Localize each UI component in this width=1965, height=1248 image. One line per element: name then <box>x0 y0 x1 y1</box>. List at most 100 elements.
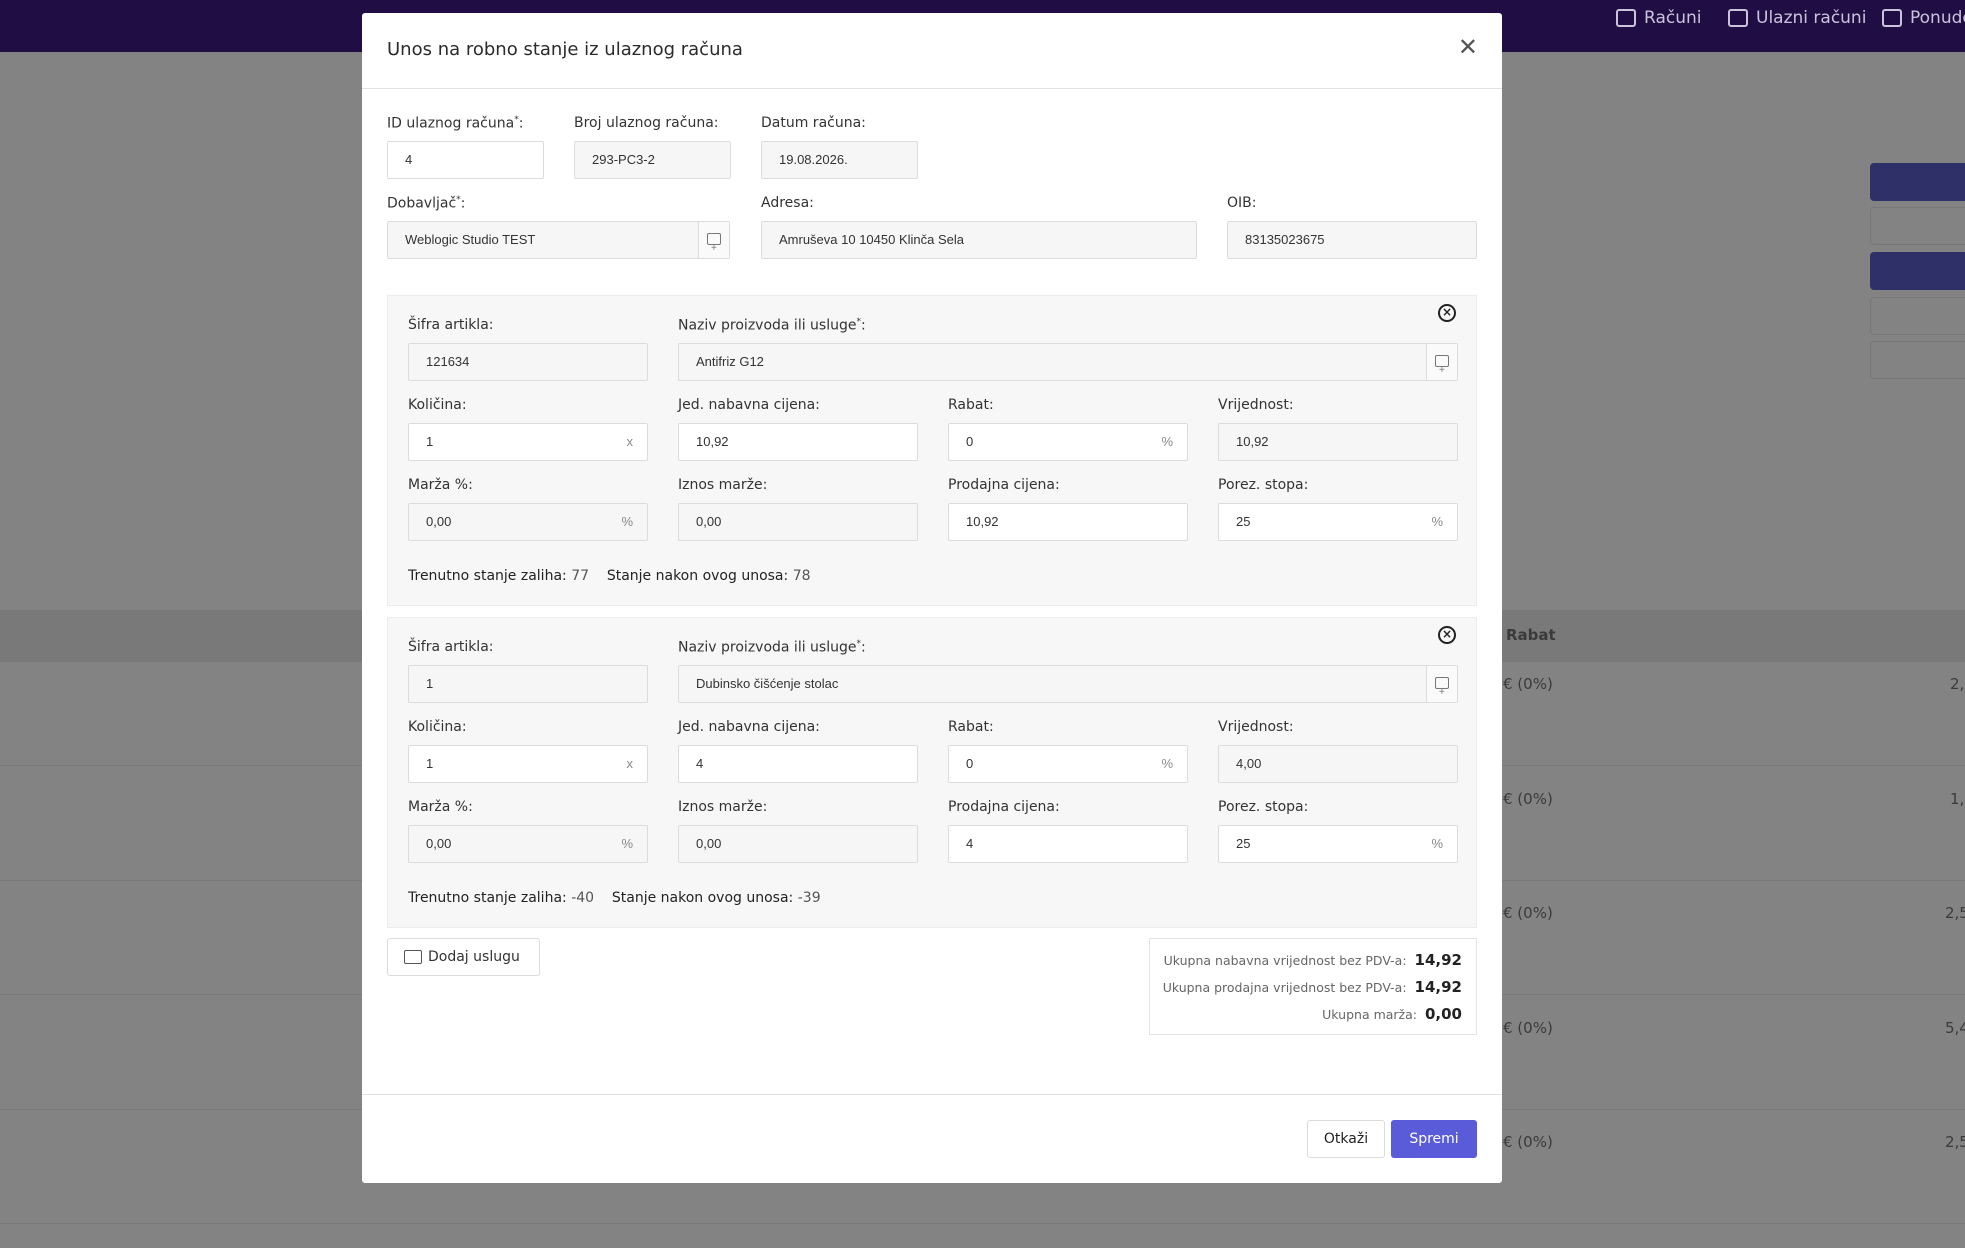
unit-price-label: Jed. nabavna cijena: <box>678 719 820 735</box>
value-label: Vrijednost: <box>1218 719 1294 735</box>
background-button <box>1870 163 1965 201</box>
unit-price-input[interactable]: 10,92 <box>678 423 918 461</box>
unit-price-input[interactable]: 4 <box>678 745 918 783</box>
background-cell: € (0%) <box>1503 675 1553 693</box>
background-button <box>1870 341 1965 379</box>
remove-item-icon[interactable]: × <box>1438 626 1456 644</box>
margin-pct-label: Marža %: <box>408 477 473 493</box>
background-cell: 2,5 <box>1945 904 1965 922</box>
discount-label: Rabat: <box>948 397 994 413</box>
cart-icon <box>404 950 422 964</box>
add-window-icon <box>707 231 721 267</box>
add-window-icon <box>1435 675 1449 711</box>
background-cell: 1, <box>1950 790 1965 808</box>
item-card: × Šifra artikla: 1 Naziv proizvoda ili u… <box>387 617 1477 928</box>
margin-amount-label: Iznos marže: <box>678 477 768 493</box>
item-name-field[interactable]: Dubinsko čišćenje stolac <box>678 665 1458 711</box>
item-code-label: Šifra artikla: <box>408 639 494 655</box>
margin-amount-field: 0,00 <box>678 825 918 863</box>
list-check-icon <box>1882 9 1902 27</box>
value-field: 10,92 <box>1218 423 1458 461</box>
item-name-label: Naziv proizvoda ili usluge*: <box>678 317 866 334</box>
unit-price-label: Jed. nabavna cijena: <box>678 397 820 413</box>
background-button <box>1870 252 1965 290</box>
margin-amount-label: Iznos marže: <box>678 799 768 815</box>
invoice-number-label: Broj ulaznog računa: <box>574 115 719 131</box>
value-field: 4,00 <box>1218 745 1458 783</box>
modal-header: Unos na robno stanje iz ulaznog računa ✕ <box>362 13 1502 89</box>
item-code-field: 1 <box>408 665 648 703</box>
tax-rate-input[interactable]: 25% <box>1218 825 1458 863</box>
margin-pct-field: 0,00% <box>408 825 648 863</box>
discount-input[interactable]: 0% <box>948 423 1188 461</box>
sale-price-input[interactable]: 10,92 <box>948 503 1188 541</box>
background-cell: € (0%) <box>1503 904 1553 922</box>
value-label: Vrijednost: <box>1218 397 1294 413</box>
oib-field: 83135023675 <box>1227 221 1477 259</box>
item-name-field[interactable]: Antifriz G12 <box>678 343 1458 389</box>
stock-info: Trenutno stanje zaliha: 77 Stanje nakon … <box>408 568 811 584</box>
item-name-label: Naziv proizvoda ili usluge*: <box>678 639 866 656</box>
background-button <box>1870 297 1965 335</box>
background-cell: € (0%) <box>1503 1133 1553 1151</box>
discount-input[interactable]: 0% <box>948 745 1188 783</box>
invoice-date-field: 19.08.2026. <box>761 141 918 179</box>
background-button <box>1870 207 1965 245</box>
item-card: × Šifra artikla: 121634 Naziv proizvoda … <box>387 295 1477 606</box>
nav-item-racuni[interactable]: Računi <box>1616 6 1701 30</box>
margin-amount-field: 0,00 <box>678 503 918 541</box>
sale-price-label: Prodajna cijena: <box>948 799 1060 815</box>
totals-box: Ukupna nabavna vrijednost bez PDV-a: 14,… <box>1149 938 1477 1035</box>
tax-rate-input[interactable]: 25% <box>1218 503 1458 541</box>
background-cell: 2, <box>1950 675 1965 693</box>
background-cell: € (0%) <box>1503 790 1553 808</box>
invoice-date-label: Datum računa: <box>761 115 866 131</box>
modal-title: Unos na robno stanje iz ulaznog računa <box>387 39 743 60</box>
supplier-label: Dobavljač*: <box>387 195 466 212</box>
divider <box>0 1223 1965 1224</box>
quantity-input[interactable]: 1x <box>408 423 648 461</box>
save-button[interactable]: Spremi <box>1391 1120 1477 1158</box>
column-header-rabat: Rabat <box>1506 626 1556 644</box>
address-field: Amruševa 10 10450 Klinča Sela <box>761 221 1197 259</box>
total-purchase-row: Ukupna nabavna vrijednost bez PDV-a: 14,… <box>1163 951 1462 969</box>
invoice-id-input[interactable]: 4 <box>387 141 544 179</box>
quantity-label: Količina: <box>408 719 467 735</box>
product-picker-button[interactable] <box>1426 666 1457 711</box>
background-cell: 5,4 <box>1945 1019 1965 1037</box>
supplier-picker-button[interactable] <box>698 222 729 267</box>
invoice-number-field: 293-PC3-2 <box>574 141 731 179</box>
remove-item-icon[interactable]: × <box>1438 304 1456 322</box>
modal-footer-divider <box>362 1094 1502 1095</box>
quantity-input[interactable]: 1x <box>408 745 648 783</box>
nav-item-ulazni-racuni[interactable]: Ulazni računi <box>1728 6 1866 30</box>
list-check-icon <box>1728 9 1748 27</box>
product-picker-button[interactable] <box>1426 344 1457 389</box>
sale-price-input[interactable]: 4 <box>948 825 1188 863</box>
item-code-field: 121634 <box>408 343 648 381</box>
tax-rate-label: Porez. stopa: <box>1218 799 1309 815</box>
stock-info: Trenutno stanje zaliha: -40 Stanje nakon… <box>408 890 821 906</box>
sale-price-label: Prodajna cijena: <box>948 477 1060 493</box>
address-label: Adresa: <box>761 195 814 211</box>
quantity-label: Količina: <box>408 397 467 413</box>
total-margin-row: Ukupna marža: 0,00 <box>1322 1005 1462 1023</box>
oib-label: OIB: <box>1227 195 1257 211</box>
margin-pct-label: Marža %: <box>408 799 473 815</box>
background-cell: 2,5 <box>1945 1133 1965 1151</box>
add-window-icon <box>1435 353 1449 389</box>
total-sale-row: Ukupna prodajna vrijednost bez PDV-a: 14… <box>1162 978 1462 996</box>
nav-item-ponude[interactable]: Ponude <box>1882 6 1965 30</box>
background-cell: € (0%) <box>1503 1019 1553 1037</box>
receipt-icon <box>1616 9 1636 27</box>
add-service-button[interactable]: Dodaj uslugu <box>387 938 540 976</box>
tax-rate-label: Porez. stopa: <box>1218 477 1309 493</box>
stock-entry-modal: Unos na robno stanje iz ulaznog računa ✕… <box>362 13 1502 1183</box>
invoice-id-label: ID ulaznog računa*: <box>387 115 524 132</box>
cancel-button[interactable]: Otkaži <box>1307 1120 1385 1158</box>
margin-pct-field: 0,00% <box>408 503 648 541</box>
close-icon[interactable]: ✕ <box>1458 35 1478 59</box>
item-code-label: Šifra artikla: <box>408 317 494 333</box>
discount-label: Rabat: <box>948 719 994 735</box>
supplier-field[interactable]: Weblogic Studio TEST <box>387 221 730 267</box>
